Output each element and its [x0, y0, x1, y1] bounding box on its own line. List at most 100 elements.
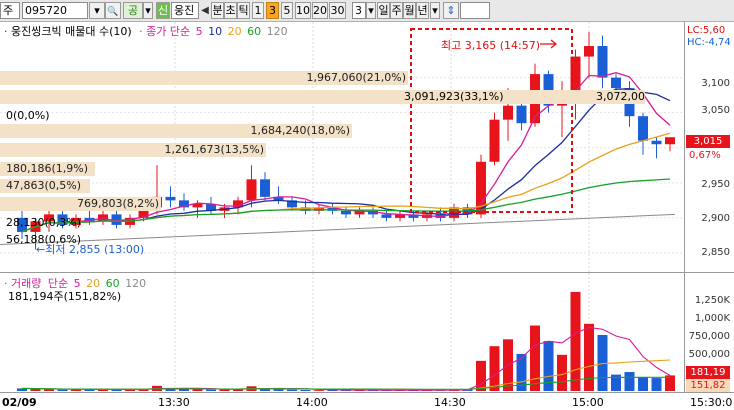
search-button[interactable]: 🔍 [105, 2, 121, 19]
chart-toolbar: 주 095720 ▾ 🔍 공 ▾ 신 웅진 ◀ 분 초 틱 1 3 5 10 2… [0, 0, 734, 22]
stock-name: 웅진 [174, 4, 195, 17]
volume-profile-legend: 웅진씽크빅 매물대 수(10) [11, 25, 132, 38]
volume-bar [570, 291, 581, 391]
candle-body [503, 105, 513, 120]
candle-body [260, 179, 270, 197]
time-label-1500: 15:00 [572, 396, 604, 409]
volume-ma-5: 5 [73, 277, 81, 290]
time-label-1430: 14:30 [434, 396, 466, 409]
ma-legend-dot-icon: · [139, 25, 143, 38]
period-tick-label: 틱 [238, 4, 249, 17]
candle-body [597, 46, 608, 78]
candle-body [341, 210, 351, 215]
market-select[interactable]: 주 [0, 2, 20, 19]
updown-arrows-icon: ⇕ [446, 4, 456, 17]
public-dropdown-button[interactable]: ▾ [143, 2, 153, 19]
updown-button[interactable]: ⇕ [443, 2, 459, 19]
interval-button-30[interactable]: 30 [329, 2, 346, 19]
volume-bar [273, 389, 284, 391]
volume-tick-750k: 750,000 [688, 331, 730, 342]
profile-label-3045: 0(0,0%) [6, 109, 50, 122]
period-tick-button[interactable]: 틱 [237, 2, 250, 19]
credit-badge[interactable]: 신 [156, 2, 170, 19]
volume-bar [543, 341, 554, 391]
volume-bar [489, 346, 500, 391]
volume-axis: 1,250K 1,000K 750,000 500,000 181,19 151… [684, 273, 734, 392]
volume-legend-name: 거래량 [11, 277, 42, 290]
profile-label-3080-overflow: 3,072,00 [596, 90, 645, 103]
price-legend-dot-icon: · [4, 25, 8, 38]
interval-button-1-label: 1 [254, 4, 262, 17]
hc-label: HC:-4,74 [687, 37, 731, 48]
extra-input[interactable] [460, 2, 490, 19]
volume-bar [651, 378, 662, 391]
count-input[interactable]: 3 [352, 2, 366, 19]
volume-bar [300, 389, 311, 391]
code-input[interactable]: 095720 [22, 2, 88, 19]
volume-bar [638, 377, 648, 391]
volume-legend: · 거래량 단순 5 20 60 120 [4, 277, 146, 290]
candle-body [489, 119, 500, 162]
period-week-label: 주 [391, 4, 402, 17]
interval-button-1[interactable]: 1 [252, 2, 264, 19]
low-annotation: ←최저 2,855 (13:00) [36, 243, 145, 256]
price-tick-2950: 2,950 [701, 179, 730, 190]
volume-tick-1250k: 1,250K [694, 295, 730, 306]
code-dropdown-button[interactable]: ▾ [89, 2, 105, 19]
code-input-value: 095720 [25, 4, 67, 17]
profile-label-2985: 1,261,673(13,5%) [0, 143, 266, 157]
period-year-button[interactable]: 년 [416, 2, 429, 19]
period-minute-label: 분 [212, 4, 223, 17]
interval-button-5[interactable]: 5 [281, 2, 293, 19]
candle-body [611, 77, 621, 89]
period-day-button[interactable]: 일 [377, 2, 390, 19]
public-button[interactable]: 공 [123, 2, 143, 19]
high-annotation: 최고 3,165 (14:57) [441, 39, 541, 52]
volume-bar [287, 389, 297, 391]
volume-bar [530, 325, 540, 391]
period-minute-button[interactable]: 분 [211, 2, 224, 19]
time-axis: 02/09 13:30 14:00 14:30 15:00 15:30:0 [0, 392, 734, 410]
chevron-down-icon: ▾ [432, 4, 438, 17]
current-price-tag: 3,015 [686, 135, 730, 148]
chevron-down-icon: ▾ [368, 4, 374, 17]
volume-chart-pane[interactable]: · 거래량 단순 5 20 60 120 181,194주(151,82%) 1… [0, 272, 734, 393]
period-month-button[interactable]: 월 [403, 2, 416, 19]
count-dropdown-button[interactable]: ▾ [366, 2, 376, 19]
stock-name-field: 웅진 [171, 2, 199, 19]
prev-arrow-icon[interactable]: ◀ [200, 2, 210, 19]
volume-tick-1000k: 1,000K [694, 313, 730, 324]
price-axis: LC:5,60 HC:-4,74 3,100 3,050 2,950 2,900… [684, 22, 734, 272]
volume-tick-500k: 500,000 [688, 349, 730, 360]
period-dropdown-button[interactable]: ▾ [430, 2, 440, 19]
interval-button-20-label: 20 [313, 4, 327, 17]
volume-bar [206, 389, 216, 391]
period-second-button[interactable]: 초 [224, 2, 237, 19]
time-label-1400: 14:00 [296, 396, 328, 409]
current-volume-pct-tag: 151,82 [686, 379, 730, 392]
interval-button-10[interactable]: 10 [295, 2, 311, 19]
period-week-button[interactable]: 주 [390, 2, 403, 19]
price-tick-3100: 3,100 [701, 78, 730, 89]
ma-legend-10: 10 [208, 25, 223, 38]
time-label-1330: 13:30 [158, 396, 190, 409]
candle-body [665, 137, 675, 145]
volume-legend-dot-icon: · [4, 277, 8, 290]
price-tick-2850: 2,850 [701, 247, 730, 258]
profile-label-2942: 47,863(0,5%) [0, 179, 90, 193]
chevron-down-icon: ▾ [145, 4, 151, 17]
interval-button-20[interactable]: 20 [312, 2, 328, 19]
volume-bar [57, 389, 68, 391]
volume-ma-20: 20 [86, 277, 101, 290]
volume-bar [476, 360, 486, 391]
price-tick-2900: 2,900 [701, 213, 730, 224]
profile-label-2888: 28,130(0,3%) [6, 216, 82, 229]
volume-ma-title: 단순 [47, 277, 69, 290]
price-chart-pane[interactable]: · 웅진씽크빅 매물대 수(10) · 종가 단순 5 10 20 60 120… [0, 22, 734, 272]
time-label-1530: 15:30:0 [690, 396, 733, 409]
ma-legend-title: 종가 단순 [146, 25, 191, 38]
candle-body [381, 214, 392, 218]
candle-body [584, 46, 594, 57]
price-legend: · 웅진씽크빅 매물대 수(10) · 종가 단순 5 10 20 60 120 [4, 25, 288, 38]
interval-button-3[interactable]: 3 [266, 2, 279, 19]
